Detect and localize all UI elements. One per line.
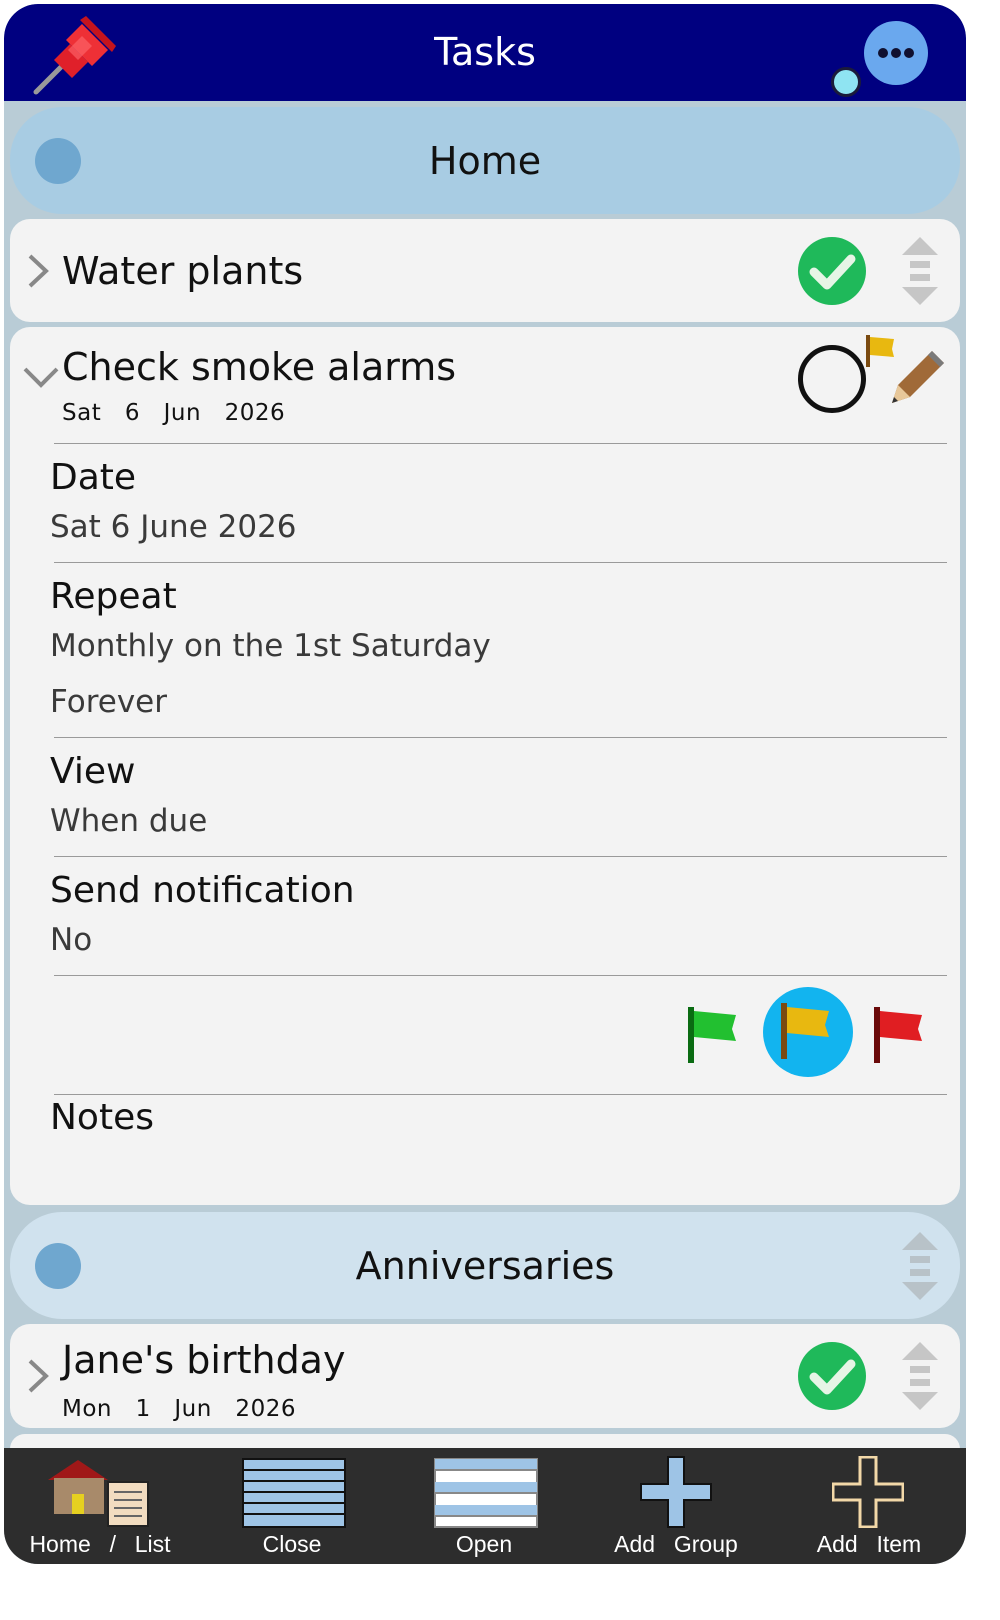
notes-label[interactable]: Notes: [50, 1097, 154, 1138]
add-group-button[interactable]: Add Group: [580, 1448, 772, 1564]
page-title: Tasks: [434, 30, 536, 74]
item-date: Sat 6 Jun 2026: [62, 400, 286, 426]
group-title: Home: [428, 139, 542, 183]
add-item-button[interactable]: Add Item: [772, 1448, 966, 1564]
reorder-handle-icon[interactable]: [900, 235, 940, 307]
collapse-all-icon: [242, 1458, 346, 1528]
plus-outline-icon: [832, 1456, 904, 1528]
list-item-janes-birthday[interactable]: Jane's birthday Mon 1 Jun 2026: [10, 1324, 960, 1428]
group-title: Anniversaries: [355, 1244, 615, 1288]
incomplete-circle-button[interactable]: [798, 345, 866, 413]
completed-check-button[interactable]: [798, 237, 866, 305]
status-dot-icon: [831, 67, 861, 97]
completed-check-button[interactable]: [798, 1342, 866, 1410]
app-window: Tasks Home Water plants Check smoke alar…: [4, 4, 966, 1564]
notification-value[interactable]: No: [50, 922, 92, 958]
divider: [54, 975, 947, 976]
green-flag-button[interactable]: [688, 1007, 740, 1063]
pencil-edit-icon[interactable]: [888, 347, 948, 407]
bottom-toolbar: Home / List Close Open Add Group Add Ite…: [4, 1448, 966, 1564]
reorder-handle-icon[interactable]: [900, 1340, 940, 1412]
home-list-label: Home / List: [29, 1531, 171, 1557]
yellow-flag-button[interactable]: [763, 987, 853, 1077]
close-label: Close: [262, 1531, 322, 1557]
list-item-water-plants[interactable]: Water plants: [10, 219, 960, 322]
divider: [54, 856, 947, 857]
yellow-flag-icon: [781, 1003, 829, 1059]
date-value[interactable]: Sat 6 June 2026: [50, 509, 297, 545]
group-header-home[interactable]: Home: [10, 107, 960, 214]
notification-label: Send notification: [50, 870, 355, 911]
expand-all-icon: [434, 1458, 538, 1528]
house-list-icon: [48, 1460, 149, 1527]
divider: [54, 1094, 947, 1095]
divider: [54, 562, 947, 563]
divider: [54, 737, 947, 738]
chevron-right-icon[interactable]: [26, 1358, 50, 1394]
repeat-label: Repeat: [50, 576, 177, 617]
item-title: Check smoke alarms: [62, 345, 457, 389]
item-title: Water plants: [62, 249, 304, 293]
app-header: Tasks: [4, 4, 966, 101]
repeat-end-value[interactable]: Forever: [50, 684, 167, 720]
checkmark-icon: [809, 254, 856, 290]
chevron-right-icon[interactable]: [26, 253, 50, 289]
add-group-label: Add Group: [614, 1531, 738, 1557]
view-label: View: [50, 751, 136, 792]
chevron-down-icon[interactable]: [22, 365, 60, 389]
item-date: Mon 1 Jun 2026: [62, 1396, 296, 1422]
ellipsis-icon: [878, 48, 914, 58]
close-button[interactable]: Close: [196, 1448, 388, 1564]
divider: [54, 443, 947, 444]
item-title: Jane's birthday: [62, 1338, 346, 1382]
red-flag-button[interactable]: [874, 1007, 926, 1063]
more-options-button[interactable]: [864, 21, 928, 85]
repeat-value[interactable]: Monthly on the 1st Saturday: [50, 628, 491, 664]
home-list-button[interactable]: Home / List: [4, 1448, 196, 1564]
group-header-anniversaries[interactable]: Anniversaries: [10, 1212, 960, 1319]
date-label: Date: [50, 457, 137, 498]
open-label: Open: [455, 1531, 513, 1557]
open-button[interactable]: Open: [388, 1448, 580, 1564]
list-item-check-smoke-alarms[interactable]: Check smoke alarms Sat 6 Jun 2026 Date S…: [10, 327, 960, 1205]
view-value[interactable]: When due: [50, 803, 207, 839]
reorder-handle-icon[interactable]: [900, 1230, 940, 1302]
add-item-label: Add Item: [816, 1531, 922, 1557]
checkmark-icon: [809, 1359, 856, 1395]
plus-icon: [640, 1456, 712, 1528]
